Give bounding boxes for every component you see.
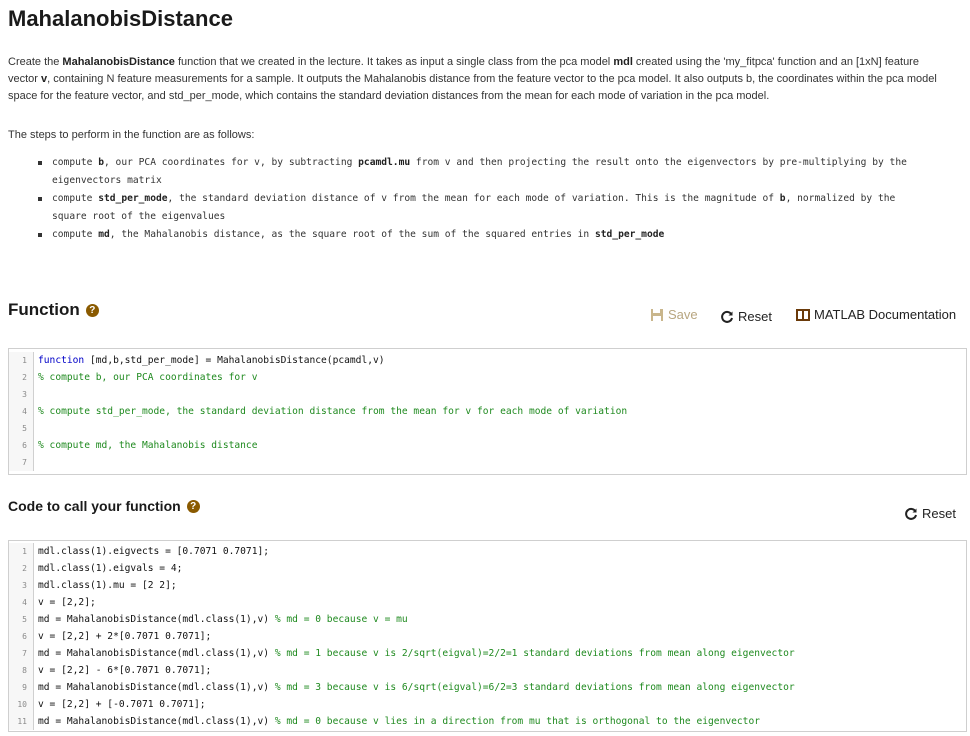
code-line[interactable]: 3 mdl.class(1).mu = [2 2]; <box>9 577 966 594</box>
code-line[interactable]: 7 md = MahalanobisDistance(mdl.class(1),v… <box>9 645 966 662</box>
reset-label: Reset <box>738 309 772 324</box>
step-item: compute md, the Mahalanobis distance, as… <box>36 226 916 244</box>
line-number: 3 <box>9 577 34 594</box>
line-number: 7 <box>9 645 34 662</box>
line-number: 8 <box>9 662 34 679</box>
line-number: 1 <box>9 543 34 560</box>
code-line[interactable]: 5 <box>9 420 966 437</box>
call-heading: Code to call your function ? <box>8 498 200 514</box>
code-line[interactable]: 8 v = [2,2] - 6*[0.7071 0.7071]; <box>9 662 966 679</box>
function-heading: Function ? <box>8 300 99 320</box>
line-number: 2 <box>9 560 34 577</box>
reset-button[interactable]: Reset <box>720 309 772 324</box>
help-icon[interactable]: ? <box>186 499 200 513</box>
code-text: % compute b, our PCA coordinates for v <box>38 372 258 383</box>
line-number: 10 <box>9 696 34 713</box>
call-heading-label: Code to call your function <box>8 498 181 514</box>
code-text: v = [2,2] + 2*[0.7071 0.7071]; <box>38 631 212 642</box>
line-number: 9 <box>9 679 34 696</box>
line-number: 6 <box>9 628 34 645</box>
matlab-documentation-button[interactable]: MATLAB Documentation <box>796 307 956 322</box>
code-text: % compute std_per_mode, the standard dev… <box>38 406 628 417</box>
reset-icon <box>721 310 733 323</box>
description: Create the MahalanobisDistance function … <box>8 54 938 105</box>
reset-label: Reset <box>922 506 956 521</box>
code-line[interactable]: 9 md = MahalanobisDistance(mdl.class(1),v… <box>9 679 966 696</box>
step-item: compute b, our PCA coordinates for v, by… <box>36 154 916 190</box>
line-number: 3 <box>9 386 34 403</box>
save-button[interactable]: Save <box>650 307 698 322</box>
line-number: 1 <box>9 352 34 369</box>
code-text: v = [2,2]; <box>38 597 96 608</box>
code-text: md = MahalanobisDistance(mdl.class(1),v)… <box>38 716 761 727</box>
code-line[interactable]: 6 % compute md, the Mahalanobis distance <box>9 437 966 454</box>
code-line[interactable]: 5 md = MahalanobisDistance(mdl.class(1),v… <box>9 611 966 628</box>
desc-text-2: function that we created in the lecture.… <box>174 56 614 68</box>
line-number: 4 <box>9 594 34 611</box>
code-line[interactable]: 4 % compute std_per_mode, the standard de… <box>9 403 966 420</box>
call-reset-button[interactable]: Reset <box>904 506 956 521</box>
code-line[interactable]: 6 v = [2,2] + 2*[0.7071 0.7071]; <box>9 628 966 645</box>
code-text: md = MahalanobisDistance(mdl.class(1),v)… <box>38 614 408 625</box>
code-text: v = [2,2] + [-0.7071 0.7071]; <box>38 699 206 710</box>
line-number: 5 <box>9 420 34 437</box>
steps-intro: The steps to perform in the function are… <box>8 129 255 141</box>
code-text: md = MahalanobisDistance(mdl.class(1),v)… <box>38 648 795 659</box>
code-line[interactable]: 10 v = [2,2] + [-0.7071 0.7071]; <box>9 696 966 713</box>
desc-text-1: Create the <box>8 56 63 68</box>
call-editor[interactable]: 1 mdl.class(1).eigvects = [0.7071 0.7071]… <box>8 540 967 732</box>
line-number: 6 <box>9 437 34 454</box>
code-text: md = MahalanobisDistance(mdl.class(1),v)… <box>38 682 795 693</box>
page-title: MahalanobisDistance <box>8 6 233 31</box>
code-line[interactable]: 4 v = [2,2]; <box>9 594 966 611</box>
help-icon[interactable]: ? <box>85 303 99 317</box>
code-line[interactable]: 3 <box>9 386 966 403</box>
code-text: mdl.class(1).eigvals = 4; <box>38 563 183 574</box>
steps-list: compute b, our PCA coordinates for v, by… <box>36 154 916 244</box>
code-line[interactable]: 1 mdl.class(1).eigvects = [0.7071 0.7071]… <box>9 543 966 560</box>
function-editor[interactable]: 1 function [md,b,std_per_mode] = Mahalano… <box>8 348 967 475</box>
desc-fn-name: MahalanobisDistance <box>62 56 175 68</box>
function-heading-label: Function <box>8 300 80 319</box>
code-line[interactable]: 7 <box>9 454 966 471</box>
line-number: 11 <box>9 713 34 730</box>
book-icon <box>796 308 810 321</box>
save-label: Save <box>668 307 698 322</box>
line-number: 7 <box>9 454 34 471</box>
code-line[interactable]: 11 md = MahalanobisDistance(mdl.class(1),… <box>9 713 966 730</box>
line-number: 2 <box>9 369 34 386</box>
code-text: v = [2,2] - 6*[0.7071 0.7071]; <box>38 665 212 676</box>
code-line[interactable]: 1 function [md,b,std_per_mode] = Mahalano… <box>9 352 966 369</box>
reset-icon <box>905 507 917 520</box>
step-item: compute std_per_mode, the standard devia… <box>36 190 916 226</box>
doc-label: MATLAB Documentation <box>814 307 957 322</box>
code-text: mdl.class(1).mu = [2 2]; <box>38 580 177 591</box>
desc-text-4: , containing N feature measurements for … <box>8 73 937 102</box>
code-text: mdl.class(1).eigvects = [0.7071 0.7071]; <box>38 546 270 557</box>
code-line[interactable]: 2 % compute b, our PCA coordinates for v <box>9 369 966 386</box>
code-line[interactable]: 2 mdl.class(1).eigvals = 4; <box>9 560 966 577</box>
code-text: % compute md, the Mahalanobis distance <box>38 440 258 451</box>
save-icon <box>651 308 663 321</box>
code-text: function [md,b,std_per_mode] = Mahalanob… <box>38 355 385 366</box>
desc-mdl: mdl <box>613 56 633 68</box>
line-number: 5 <box>9 611 34 628</box>
line-number: 4 <box>9 403 34 420</box>
